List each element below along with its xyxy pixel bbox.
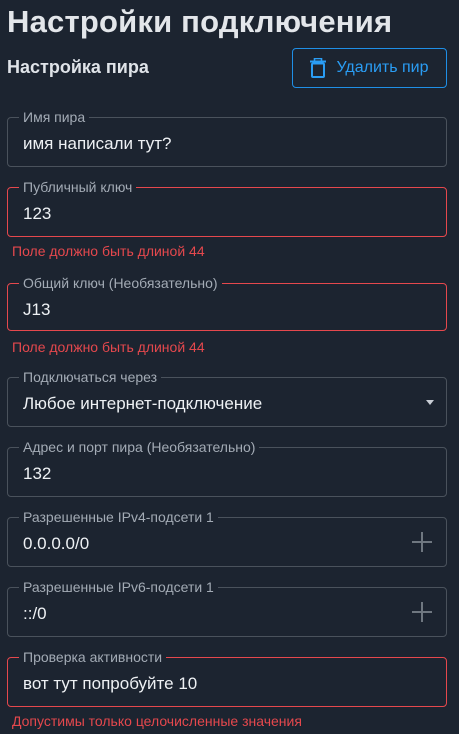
endpoint-field[interactable]: Адрес и порт пира (Необязательно) 132 <box>7 439 447 497</box>
allowed-ipv6-label: Разрешенные IPv6-подсети 1 <box>19 579 218 595</box>
add-ipv6-icon[interactable] <box>412 602 432 622</box>
page-title: Настройки подключения <box>7 4 393 39</box>
public-key-field[interactable]: Публичный ключ 123 <box>7 179 447 237</box>
keepalive-field[interactable]: Проверка активности вот тут попробуйте 1… <box>7 649 447 707</box>
allowed-ipv6-field[interactable]: Разрешенные IPv6-подсети 1 ::/0 <box>7 579 447 637</box>
connect-via-label: Подключаться через <box>19 369 162 385</box>
connect-via-select[interactable]: Подключаться через Любое интернет-подклю… <box>7 369 447 427</box>
peer-name-field[interactable]: Имя пира имя написали тут? <box>7 109 447 167</box>
allowed-ipv4-label: Разрешенные IPv4-подсети 1 <box>19 509 218 525</box>
shared-key-label: Общий ключ (Необязательно) <box>19 275 222 291</box>
add-ipv4-icon[interactable] <box>412 532 432 552</box>
delete-peer-label: Удалить пир <box>336 59 429 76</box>
trash-icon <box>310 58 327 78</box>
allowed-ipv4-value: 0.0.0.0/0 <box>23 534 90 553</box>
endpoint-label: Адрес и порт пира (Необязательно) <box>19 439 260 455</box>
allowed-ipv4-field[interactable]: Разрешенные IPv4-подсети 1 0.0.0.0/0 <box>7 509 447 567</box>
chevron-down-icon[interactable] <box>426 400 434 405</box>
allowed-ipv6-value: ::/0 <box>23 604 47 623</box>
keepalive-value: вот тут попробуйте 10 <box>23 674 198 693</box>
shared-key-value: J13 <box>23 300 51 319</box>
peer-name-value: имя написали тут? <box>23 134 172 153</box>
shared-key-field[interactable]: Общий ключ (Необязательно) J13 <box>7 275 447 331</box>
peer-name-label: Имя пира <box>19 109 90 125</box>
public-key-error: Поле должно быть длиной 44 <box>12 243 205 259</box>
keepalive-error: Допустимы только целочисленные значения <box>12 713 302 729</box>
keepalive-label: Проверка активности <box>19 649 167 665</box>
endpoint-value: 132 <box>23 464 52 483</box>
delete-peer-button[interactable]: Удалить пир <box>292 48 447 88</box>
shared-key-error: Поле должно быть длиной 44 <box>12 339 205 355</box>
connection-settings-page: Настройки подключения Настройка пира Уда… <box>0 0 459 734</box>
section-title: Настройка пира <box>7 57 149 77</box>
public-key-value: 123 <box>23 204 52 223</box>
public-key-label: Публичный ключ <box>19 179 137 195</box>
connect-via-value: Любое интернет-подключение <box>23 394 263 413</box>
